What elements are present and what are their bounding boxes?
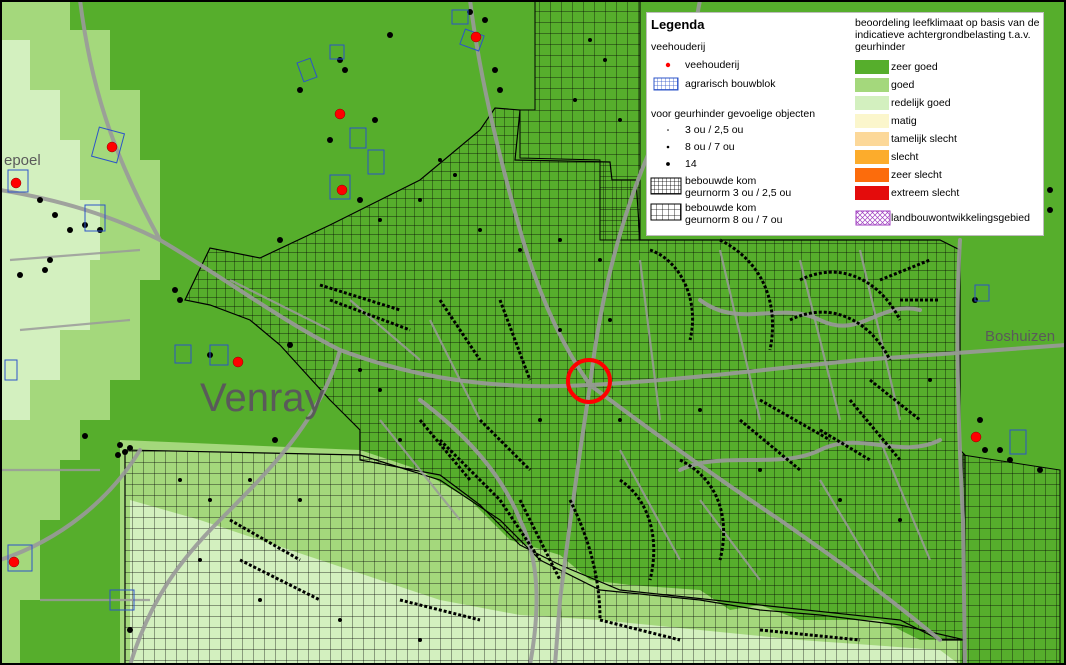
legend-class-extreem-slecht: extreem slecht <box>891 187 960 199</box>
object-dot-small-icon <box>667 129 669 131</box>
object-dot-large-icon <box>666 162 670 166</box>
kom-8ou-swatch-icon <box>650 203 682 221</box>
legend-objects-heading: voor geurhinder gevoelige objecten <box>651 108 816 120</box>
swatch-slecht <box>855 150 889 164</box>
legend-class-tamelijk-slecht: tamelijk slecht <box>891 133 957 145</box>
swatch-tamelijk-slecht <box>855 132 889 146</box>
legend-class-redelijk-goed: redelijk goed <box>891 97 951 109</box>
swatch-redelijk-goed <box>855 96 889 110</box>
legend-item-veehouderij: veehouderij <box>685 59 740 71</box>
veehouderij-dot-icon <box>665 62 671 68</box>
legend-item-bouwblok: agrarisch bouwblok <box>685 78 776 90</box>
legend-development-area: landbouwontwikkelingsgebied <box>891 212 1030 224</box>
swatch-matig <box>855 114 889 128</box>
legend-class-slecht: slecht <box>891 151 919 163</box>
legend-class-goed: goed <box>891 79 915 91</box>
legend-class-zeer-goed: zeer goed <box>891 61 938 73</box>
legend-veehouderij-heading: veehouderij <box>651 41 706 53</box>
swatch-goed <box>855 78 889 92</box>
swatch-extreem-slecht <box>855 186 889 200</box>
swatch-zeer-slecht <box>855 168 889 182</box>
bebouwde-kom-east <box>962 454 1061 665</box>
development-area-swatch-icon <box>855 210 891 226</box>
swatch-zeer-goed <box>855 60 889 74</box>
map-legend: Legenda veehouderij veehouderij agrarisc… <box>646 12 1044 236</box>
legend-class-zeer-slecht: zeer slecht <box>891 169 942 181</box>
legend-item-8ou: 8 ou / 7 ou <box>685 141 735 153</box>
place-label-venray: Venray <box>200 376 325 420</box>
place-label-boshuizen: Boshuizen <box>985 328 1056 345</box>
place-label-epoel: epoel <box>4 152 41 169</box>
legend-item-kom-8ou: bebouwde kom geurnorm 8 ou / 7 ou <box>685 202 783 226</box>
legend-item-14: 14 <box>685 158 697 170</box>
kom-3ou-swatch-icon <box>650 177 682 195</box>
legend-class-heading: beoordeling leefklimaat op basis van de … <box>855 17 1040 53</box>
legend-item-3ou: 3 ou / 2,5 ou <box>685 124 744 136</box>
legend-item-kom-3ou: bebouwde kom geurnorm 3 ou / 2,5 ou <box>685 175 792 199</box>
bouwblok-swatch-icon <box>653 77 679 91</box>
legend-class-matig: matig <box>891 115 917 127</box>
legend-title: Legenda <box>651 17 705 32</box>
object-dot-medium-icon <box>666 145 670 149</box>
